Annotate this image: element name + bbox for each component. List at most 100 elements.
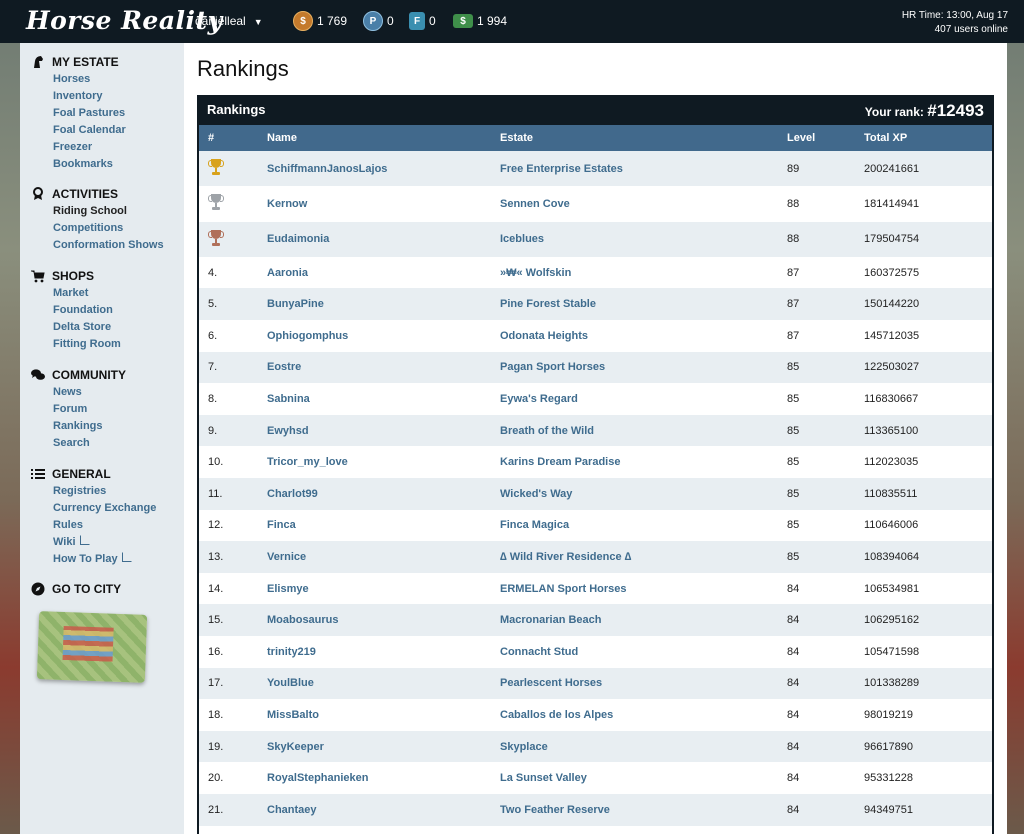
top-bar: Horse Reality danielleal ▼ $ 1 769 P 0 F … [0,0,1024,43]
player-name-link[interactable]: Eudaimonia [267,233,329,245]
level-cell: 84 [787,677,800,690]
table-row: 8. Sabnina Eywa's Regard 85 116830667 [199,383,992,415]
player-name-link[interactable]: RoyalStephanieken [267,772,368,784]
table-row: 15. Moabosaurus Macronarian Beach 84 1062951… [199,604,992,637]
main-content: Rankings Rankings Your rank: #12493 # Na… [184,43,1007,834]
estate-name-link[interactable]: Iceblues [500,233,544,245]
estate-name-link[interactable]: Pagan Sport Horses [500,361,605,373]
nav-section-my-estate: MY ESTATE Horses Inventory Foal Pastures… [20,53,184,173]
player-name-link[interactable]: Tricor_my_love [267,456,348,468]
sidebar-item-conformation-shows[interactable]: Conformation Shows [20,237,184,254]
estate-name-link[interactable]: Breath of the Wild [500,425,594,437]
sidebar-item-forum[interactable]: Forum [20,401,184,418]
sidebar-item-bookmarks[interactable]: Bookmarks [20,156,184,173]
player-name-link[interactable]: Ophiogomphus [267,330,348,342]
sidebar-item-delta-store[interactable]: Delta Store [20,319,184,336]
rank-cell: 12. [208,519,224,532]
level-cell: 87 [787,266,800,279]
player-name-link[interactable]: Finca [267,519,296,531]
table-row: 18. MissBalto Caballos de los Alpes 84 98019… [199,699,992,731]
estate-name-link[interactable]: Pearlescent Horses [500,677,602,689]
cash-balance[interactable]: $ 1 994 [453,11,507,31]
sidebar-item-competitions[interactable]: Competitions [20,220,184,237]
rank-cell: 17. [208,677,224,690]
rank-cell: 9. [208,424,218,437]
level-cell: 84 [787,709,800,721]
estate-name-link[interactable]: Odonata Heights [500,330,588,342]
rank-cell: 14. [208,582,224,595]
sidebar-item-foundation[interactable]: Foundation [20,302,184,319]
total-xp-cell [864,826,992,834]
sidebar-item-search[interactable]: Search [20,435,184,452]
player-name-link[interactable]: MissBalto [267,709,319,721]
page-title: Rankings [197,56,289,81]
estate-name-link[interactable]: ∆ Wild River Residence ∆ [500,551,631,563]
sidebar-item-horses[interactable]: Horses [20,71,184,88]
total-xp-cell: 101338289 [864,677,920,690]
gold-coins-balance[interactable]: $ 1 769 [293,11,347,31]
rankings-panel: Rankings Your rank: #12493 # Name Estate… [197,95,994,834]
estate-name-link[interactable]: Sennen Cove [500,198,570,210]
foundation-points-balance[interactable]: F 0 [409,11,436,31]
player-name-link[interactable]: Sabnina [267,393,310,405]
table-row: SchiffmannJanosLajos Free Enterprise Esta… [199,151,992,187]
sidebar-item-wiki[interactable]: Wiki [20,534,184,551]
estate-name-link[interactable]: Skyplace [500,741,548,753]
cash-value: 1 994 [477,14,508,28]
player-name-link[interactable]: Ewyhsd [267,425,309,437]
level-cell: 84 [787,772,800,785]
estate-name-link[interactable]: ERMELAN Sport Horses [500,583,627,595]
sidebar-item-rules[interactable]: Rules [20,517,184,534]
player-name-link[interactable]: Chantaey [267,804,317,816]
estate-name-link[interactable]: Finca Magica [500,519,569,531]
player-name-link[interactable]: trinity219 [267,646,316,658]
estate-name-link[interactable]: Two Feather Reserve [500,804,610,816]
estate-name-link[interactable]: Karins Dream Paradise [500,456,620,468]
estate-name-link[interactable]: La Sunset Valley [500,772,587,784]
nav-section-go-to-city[interactable]: GO TO CITY [20,580,184,598]
player-name-link[interactable]: SchiffmannJanosLajos [267,163,387,175]
estate-name-link[interactable]: »₩« Wolfskin [500,267,571,279]
sidebar-item-currency-exchange[interactable]: Currency Exchange [20,500,184,517]
player-name-link[interactable]: Aaronia [267,267,308,279]
player-name-link[interactable]: Moabosaurus [267,614,339,626]
player-name-link[interactable]: Eostre [267,361,301,373]
logo[interactable]: Horse Reality [26,6,223,35]
estate-name-link[interactable]: Connacht Stud [500,646,578,658]
column-header-rank: # [208,132,215,144]
player-name-link[interactable]: SkyKeeper [267,741,324,753]
table-row: 22. [199,825,992,834]
sidebar-item-news[interactable]: News [20,384,184,401]
sidebar-item-rankings[interactable]: Rankings [20,418,184,435]
passes-balance[interactable]: P 0 [363,11,394,31]
player-name-link[interactable]: YoulBlue [267,677,314,689]
estate-name-link[interactable]: Pine Forest Stable [500,298,596,310]
sidebar-item-inventory[interactable]: Inventory [20,88,184,105]
sidebar-item-riding-school[interactable]: Riding School [20,203,184,220]
estate-name-link[interactable]: Eywa's Regard [500,393,578,405]
sidebar-item-foal-calendar[interactable]: Foal Calendar [20,122,184,139]
sidebar-item-freezer[interactable]: Freezer [20,139,184,156]
estate-name-link[interactable]: Caballos de los Alpes [500,709,613,721]
rankings-table-container: # Name Estate Level Total XP SchiffmannJ… [199,125,992,834]
estate-name-link[interactable]: Macronarian Beach [500,614,601,626]
player-name-link[interactable]: Charlot99 [267,488,318,500]
player-name-link[interactable]: Vernice [267,551,306,563]
level-cell: 84 [787,582,800,595]
player-name-link[interactable]: BunyaPine [267,298,324,310]
player-name-link[interactable]: Elismye [267,583,309,595]
user-menu[interactable]: danielleal ▼ [195,14,263,28]
sidebar-item-market[interactable]: Market [20,285,184,302]
total-xp-cell: 106295162 [864,614,920,627]
sidebar-item-fitting-room[interactable]: Fitting Room [20,336,184,353]
sidebar-item-how-to-play[interactable]: How To Play [20,551,184,568]
estate-name-link[interactable]: Free Enterprise Estates [500,163,623,175]
total-xp-cell: 122503027 [864,361,920,374]
city-map-image[interactable] [36,611,148,683]
sidebar-item-foal-pastures[interactable]: Foal Pastures [20,105,184,122]
player-name-link[interactable]: Kernow [267,198,307,210]
nav-heading-activities: ACTIVITIES [20,185,184,203]
sidebar-item-registries[interactable]: Registries [20,483,184,500]
nav-heading-go-to-city[interactable]: GO TO CITY [20,580,184,598]
estate-name-link[interactable]: Wicked's Way [500,488,572,500]
